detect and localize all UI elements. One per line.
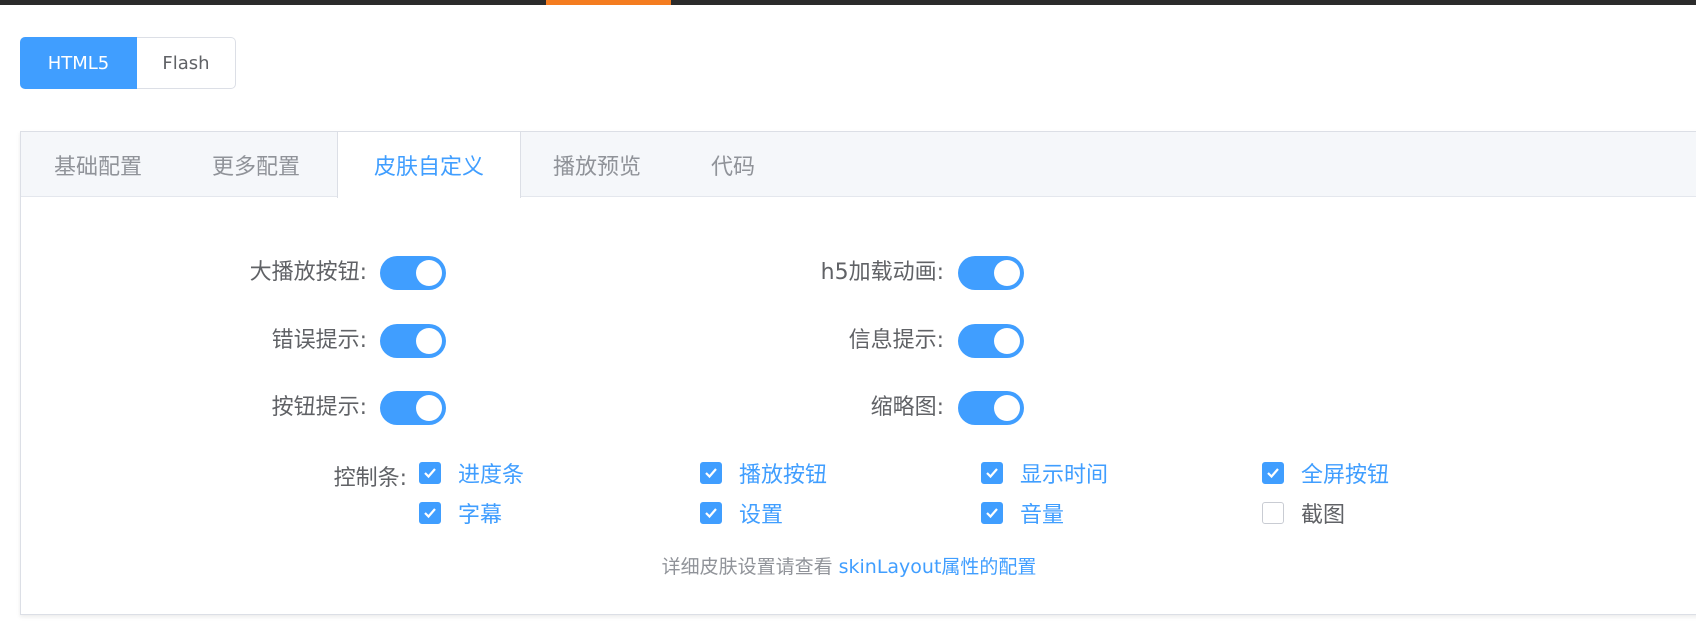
tab-play-preview[interactable]: 播放预览 — [553, 132, 641, 197]
switch-knob — [416, 260, 442, 286]
button-tip-label: 按钮提示: — [271, 395, 367, 420]
tab-skin-customize[interactable]: 皮肤自定义 — [337, 132, 521, 198]
checkbox-label: 播放按钮 — [739, 463, 828, 488]
tab-bar: 基础配置 更多配置 皮肤自定义 播放预览 代码 — [21, 132, 1696, 198]
error-tip-label: 错误提示: — [271, 328, 367, 353]
thumbnail-label: 缩略图: — [870, 395, 944, 420]
checkbox-fullscreen-button[interactable]: 全屏按钮 — [1262, 456, 1389, 490]
checkbox-label: 显示时间 — [1020, 463, 1109, 488]
checkbox-play-button[interactable]: 播放按钮 — [700, 456, 827, 490]
info-tip-switch[interactable] — [958, 324, 1024, 358]
switch-knob — [416, 328, 442, 354]
info-tip-label: 信息提示: — [848, 328, 944, 353]
checkbox-checked-icon — [419, 502, 441, 524]
config-card: 基础配置 更多配置 皮肤自定义 播放预览 代码 大播放按钮: 错误提示: 按钮提… — [20, 131, 1696, 615]
thumbnail-switch[interactable] — [958, 391, 1024, 425]
checkbox-label: 进度条 — [458, 463, 525, 488]
error-tip-switch[interactable] — [380, 324, 446, 358]
switch-knob — [994, 260, 1020, 286]
switch-knob — [416, 395, 442, 421]
checkbox-screenshot[interactable]: 截图 — [1262, 496, 1345, 530]
checkbox-volume[interactable]: 音量 — [981, 496, 1064, 530]
checkbox-unchecked-icon — [1262, 502, 1284, 524]
skin-layout-link[interactable]: skinLayout属性的配置 — [839, 556, 1037, 578]
checkbox-progress-bar[interactable]: 进度条 — [419, 456, 524, 490]
html5-mode-button[interactable]: HTML5 — [20, 37, 137, 89]
tab-more-config[interactable]: 更多配置 — [212, 132, 300, 197]
checkbox-checked-icon — [700, 462, 722, 484]
checkbox-checked-icon — [700, 502, 722, 524]
skin-settings-note: 详细皮肤设置请查看 skinLayout属性的配置 — [21, 552, 1677, 579]
switch-knob — [994, 395, 1020, 421]
checkbox-label: 设置 — [739, 503, 784, 528]
tab-basic-config[interactable]: 基础配置 — [54, 132, 142, 197]
big-play-button-switch[interactable] — [380, 256, 446, 290]
checkbox-label: 音量 — [1020, 503, 1065, 528]
big-play-button-label: 大播放按钮: — [249, 260, 367, 285]
flash-mode-button[interactable]: Flash — [137, 37, 236, 89]
control-bar-label: 控制条: — [333, 466, 407, 491]
h5-loading-animation-label: h5加载动画: — [820, 260, 944, 285]
checkbox-subtitles[interactable]: 字幕 — [419, 496, 502, 530]
checkbox-checked-icon — [1262, 462, 1284, 484]
top-bar — [0, 0, 1696, 5]
checkbox-label: 字幕 — [458, 503, 503, 528]
footer-text: 详细皮肤设置请查看 — [661, 556, 839, 578]
tab-code[interactable]: 代码 — [711, 132, 755, 197]
checkbox-checked-icon — [981, 462, 1003, 484]
top-bar-active-indicator — [546, 0, 671, 5]
switch-knob — [994, 328, 1020, 354]
checkbox-checked-icon — [981, 502, 1003, 524]
checkbox-show-time[interactable]: 显示时间 — [981, 456, 1108, 490]
checkbox-checked-icon — [419, 462, 441, 484]
checkbox-label: 全屏按钮 — [1301, 463, 1390, 488]
button-tip-switch[interactable] — [380, 391, 446, 425]
player-mode-toggle: HTML5 Flash — [20, 37, 236, 89]
checkbox-label: 截图 — [1301, 503, 1346, 528]
checkbox-settings[interactable]: 设置 — [700, 496, 783, 530]
h5-loading-animation-switch[interactable] — [958, 256, 1024, 290]
